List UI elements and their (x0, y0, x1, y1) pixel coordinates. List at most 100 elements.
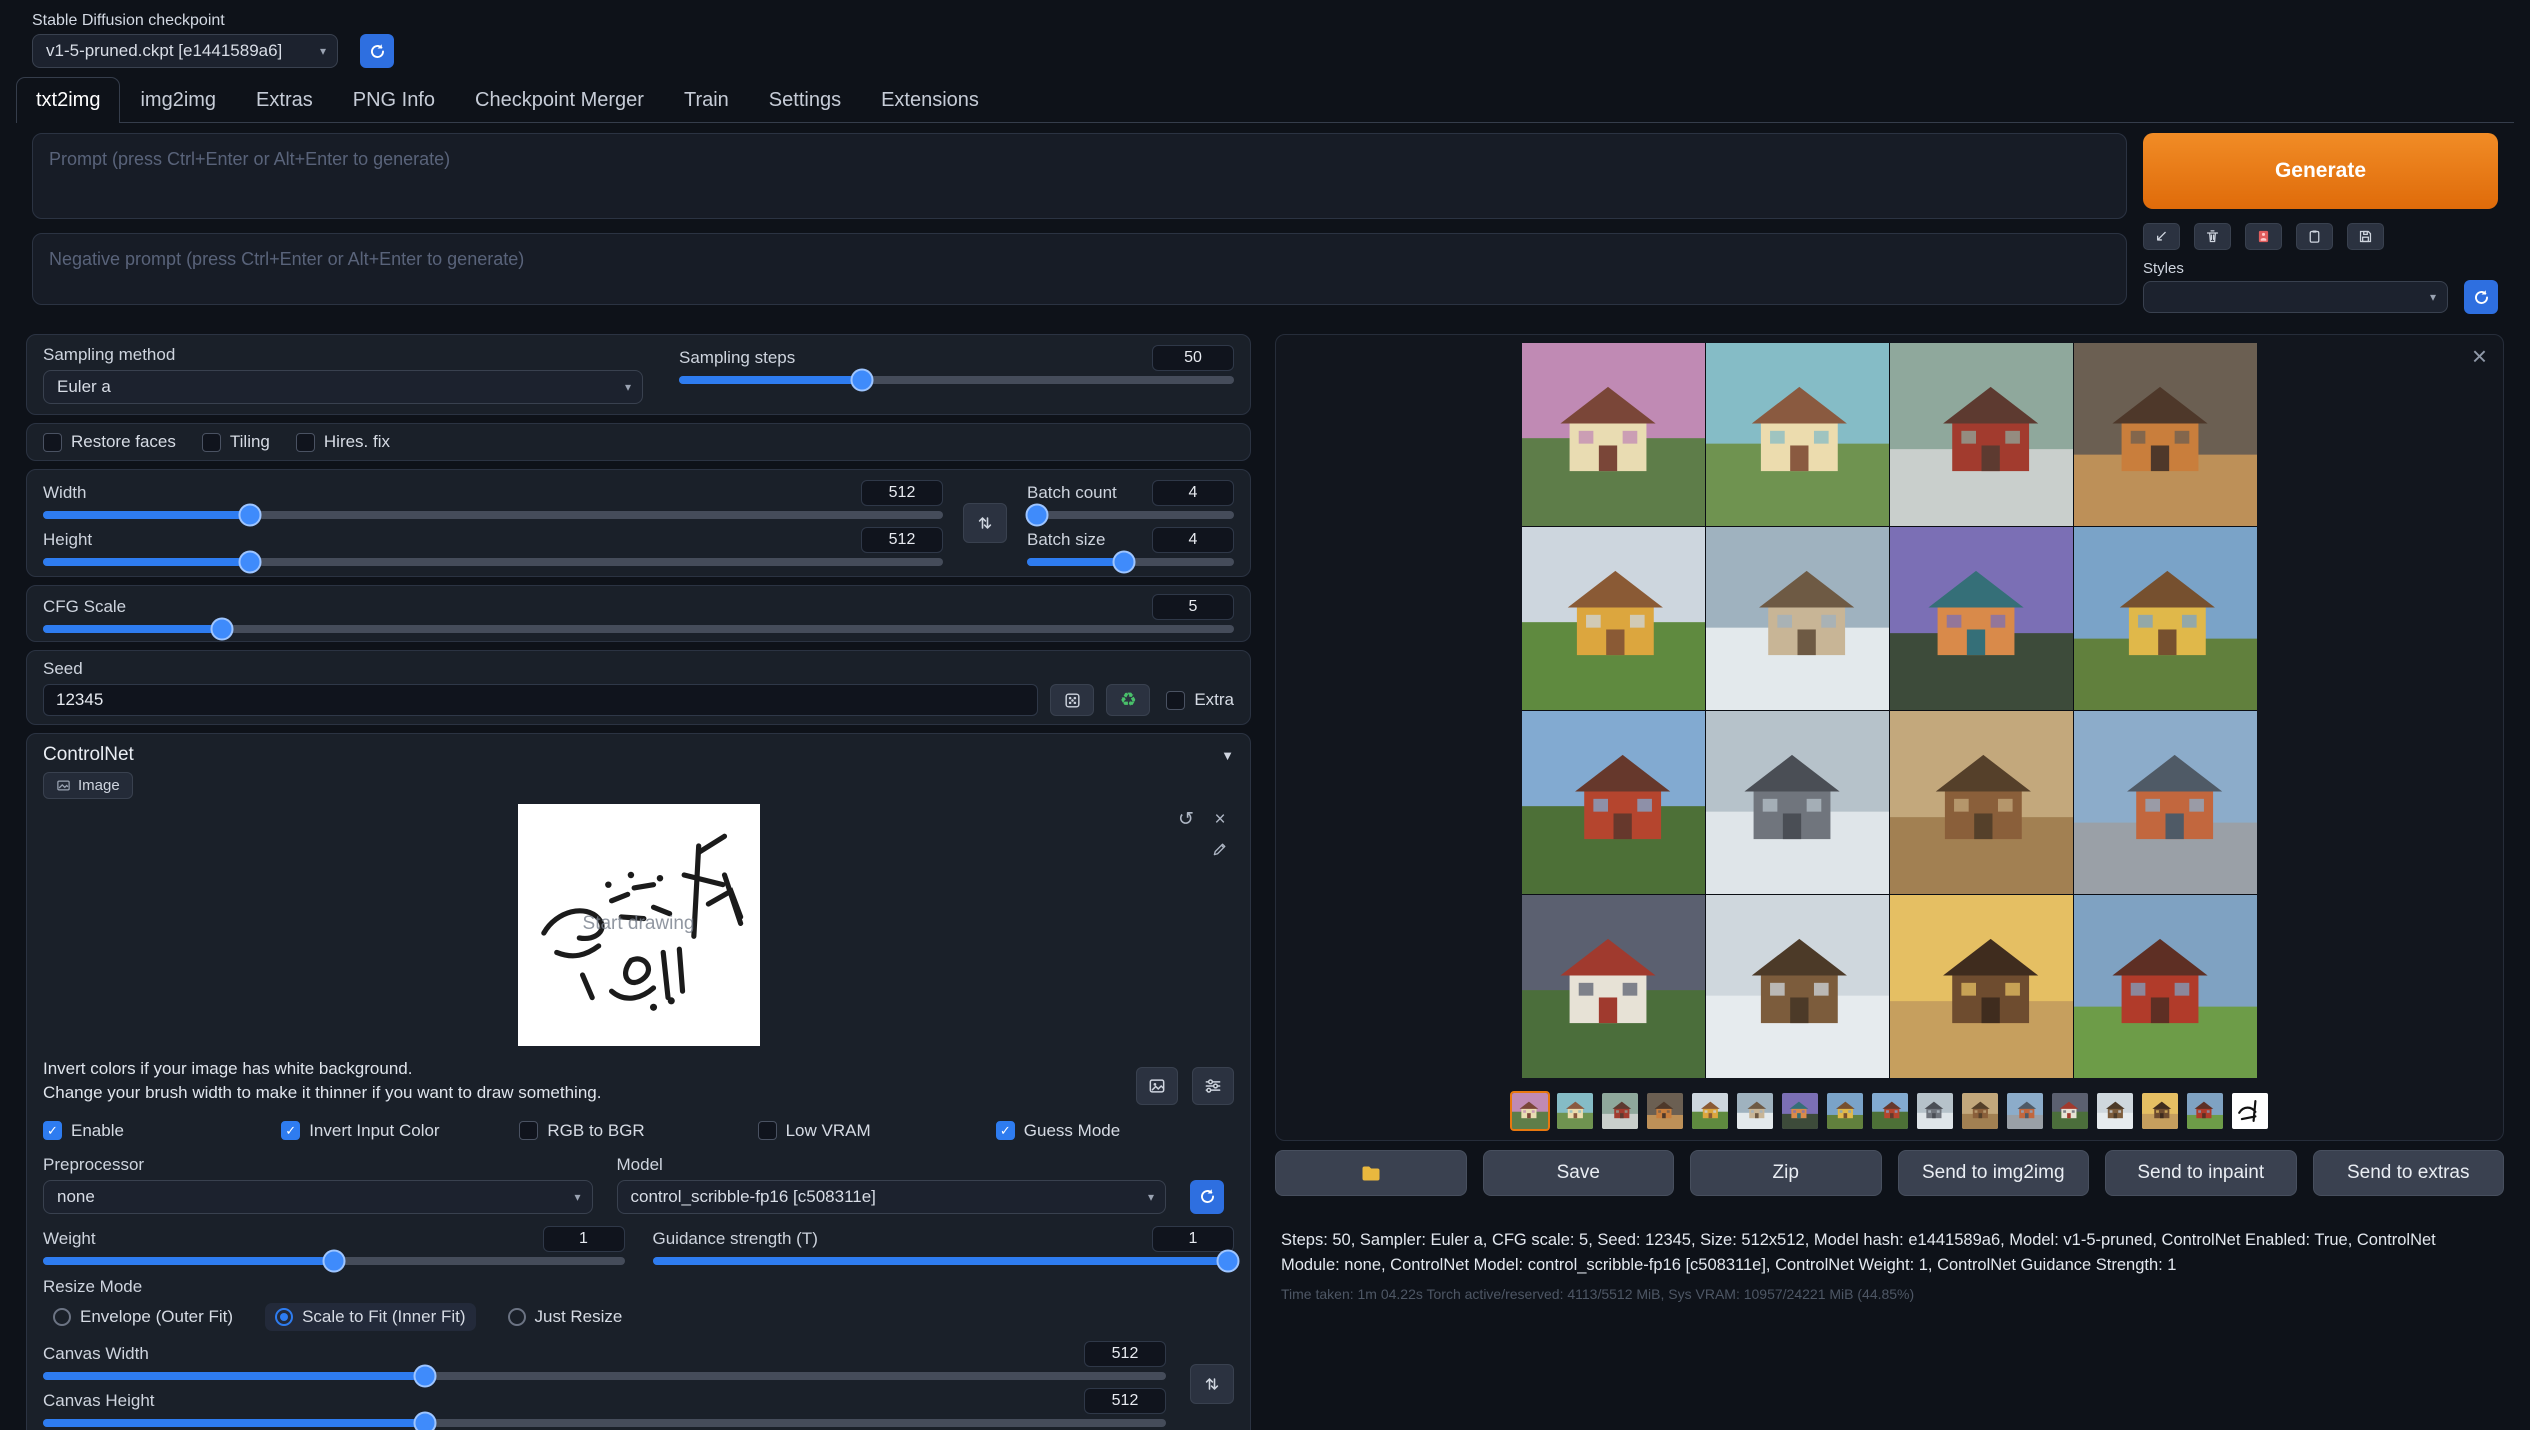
batch-count-slider[interactable] (1027, 511, 1234, 519)
checkpoint-dropdown[interactable]: v1-5-pruned.ckpt [e1441589a6] ▾ (32, 34, 338, 68)
gallery-image[interactable] (1890, 527, 2073, 710)
swap-dimensions-button[interactable] (963, 503, 1007, 543)
gallery-image[interactable] (2074, 527, 2257, 710)
clear-image-icon[interactable]: × (1208, 807, 1232, 831)
checkbox-low-vram[interactable]: Low VRAM (758, 1121, 996, 1141)
generate-button[interactable]: Generate (2143, 133, 2498, 209)
tab-png-info[interactable]: PNG Info (333, 77, 455, 123)
gallery-image[interactable] (1890, 343, 2073, 526)
guidance-strength-slider[interactable] (653, 1257, 1235, 1265)
gallery-thumbnail[interactable] (1915, 1091, 1955, 1131)
gallery-image[interactable] (2074, 895, 2257, 1078)
gallery-thumbnail[interactable] (1645, 1091, 1685, 1131)
canvas-width-input[interactable] (1084, 1341, 1166, 1367)
random-seed-button[interactable] (1050, 684, 1094, 716)
save-style-button[interactable] (2347, 223, 2384, 250)
cfg-scale-slider[interactable] (43, 625, 1234, 633)
negative-prompt-input[interactable] (32, 233, 2127, 305)
width-input[interactable] (861, 480, 943, 506)
gallery-thumbnail[interactable] (1600, 1091, 1640, 1131)
preprocessor-dropdown[interactable]: none ▾ (43, 1180, 593, 1214)
resize-mode-scale-to-fit-inner-fit[interactable]: Scale to Fit (Inner Fit) (265, 1303, 475, 1331)
seed-input[interactable] (43, 684, 1038, 716)
gallery-thumbnail[interactable] (1780, 1091, 1820, 1131)
brush-color-icon[interactable] (1208, 837, 1232, 861)
styles-dropdown[interactable]: ▾ (2143, 281, 2448, 313)
tab-txt2img[interactable]: txt2img (16, 77, 120, 123)
open-image-button[interactable] (1136, 1067, 1178, 1105)
canvas-height-slider[interactable] (43, 1419, 1166, 1427)
gallery-thumbnail[interactable] (2050, 1091, 2090, 1131)
height-input[interactable] (861, 527, 943, 553)
gallery-thumbnail[interactable] (1825, 1091, 1865, 1131)
batch-count-input[interactable] (1152, 480, 1234, 506)
gallery-image[interactable] (1706, 527, 1889, 710)
checkbox-restore-faces[interactable]: Restore faces (43, 432, 176, 452)
gallery-thumbnail[interactable] (1870, 1091, 1910, 1131)
batch-size-input[interactable] (1152, 527, 1234, 553)
tab-settings[interactable]: Settings (749, 77, 861, 123)
resize-mode-just-resize[interactable]: Just Resize (498, 1303, 633, 1331)
canvas-width-slider[interactable] (43, 1372, 1166, 1380)
checkbox-guess-mode[interactable]: ✓Guess Mode (996, 1121, 1234, 1141)
tab-checkpoint-merger[interactable]: Checkpoint Merger (455, 77, 664, 123)
gallery-thumbnail[interactable] (1555, 1091, 1595, 1131)
gallery-image[interactable] (1522, 343, 1705, 526)
height-slider[interactable] (43, 558, 943, 566)
gallery-thumbnail[interactable] (1735, 1091, 1775, 1131)
guidance-strength-input[interactable] (1152, 1226, 1234, 1252)
refresh-checkpoint-button[interactable] (360, 34, 394, 68)
reuse-seed-button[interactable]: ♻ (1106, 684, 1150, 716)
model-dropdown[interactable]: control_scribble-fp16 [c508311e] ▾ (617, 1180, 1167, 1214)
gallery-thumbnail[interactable] (2185, 1091, 2225, 1131)
tab-img2img[interactable]: img2img (120, 77, 236, 123)
save-button[interactable]: Save (1483, 1150, 1675, 1196)
cfg-scale-input[interactable] (1152, 594, 1234, 620)
gallery-image[interactable] (1890, 895, 2073, 1078)
sampling-steps-slider[interactable] (679, 376, 1234, 384)
controlnet-canvas[interactable]: Start drawing (518, 804, 760, 1046)
gallery-thumbnail[interactable] (2095, 1091, 2135, 1131)
gallery-image[interactable] (1706, 895, 1889, 1078)
refresh-models-button[interactable] (1190, 1180, 1224, 1214)
gallery-thumbnail-scribble[interactable] (2230, 1091, 2270, 1131)
width-slider[interactable] (43, 511, 943, 519)
canvas-height-input[interactable] (1084, 1388, 1166, 1414)
gallery-thumbnail[interactable] (2005, 1091, 2045, 1131)
checkbox-invert-input-color[interactable]: ✓Invert Input Color (281, 1121, 519, 1141)
checkbox-hires-fix[interactable]: Hires. fix (296, 432, 390, 452)
gallery-thumbnail[interactable] (1960, 1091, 2000, 1131)
checkbox-rgb-to-bgr[interactable]: RGB to BGR (519, 1121, 757, 1141)
sampling-steps-input[interactable] (1152, 345, 1234, 371)
checkbox-extra[interactable]: Extra (1166, 690, 1234, 710)
controlnet-accordion-header[interactable]: ControlNet ▼ (43, 744, 1234, 766)
gallery-image[interactable] (1706, 711, 1889, 894)
image-tab[interactable]: Image (43, 772, 133, 799)
zip-button[interactable]: Zip (1690, 1150, 1882, 1196)
resize-mode-envelope-outer-fit[interactable]: Envelope (Outer Fit) (43, 1303, 243, 1331)
weight-input[interactable] (543, 1226, 625, 1252)
undo-icon[interactable]: ↺ (1174, 807, 1198, 831)
gallery-image[interactable] (1890, 711, 2073, 894)
gallery-thumbnail[interactable] (2140, 1091, 2180, 1131)
apply-style-button[interactable] (2296, 223, 2333, 250)
gallery-image[interactable] (1706, 343, 1889, 526)
clear-prompt-button[interactable] (2194, 223, 2231, 250)
gallery-image[interactable] (2074, 343, 2257, 526)
paste-params-button[interactable]: ↙ (2143, 223, 2180, 250)
gallery-image[interactable] (1522, 527, 1705, 710)
brush-width-button[interactable] (1192, 1067, 1234, 1105)
send-to-img2img-button[interactable]: Send to img2img (1898, 1150, 2090, 1196)
prompt-input[interactable] (32, 133, 2127, 219)
tab-train[interactable]: Train (664, 77, 749, 123)
weight-slider[interactable] (43, 1257, 625, 1265)
send-to-extras-button[interactable]: Send to extras (2313, 1150, 2505, 1196)
swap-canvas-dimensions-button[interactable] (1190, 1364, 1234, 1404)
sampling-method-dropdown[interactable]: Euler a ▾ (43, 370, 643, 404)
gallery-thumbnail[interactable] (1690, 1091, 1730, 1131)
gallery-image[interactable] (1522, 895, 1705, 1078)
close-gallery-icon[interactable]: × (2472, 343, 2487, 369)
send-to-inpaint-button[interactable]: Send to inpaint (2105, 1150, 2297, 1196)
checkbox-tiling[interactable]: Tiling (202, 432, 270, 452)
gallery-thumbnail[interactable] (1510, 1091, 1550, 1131)
